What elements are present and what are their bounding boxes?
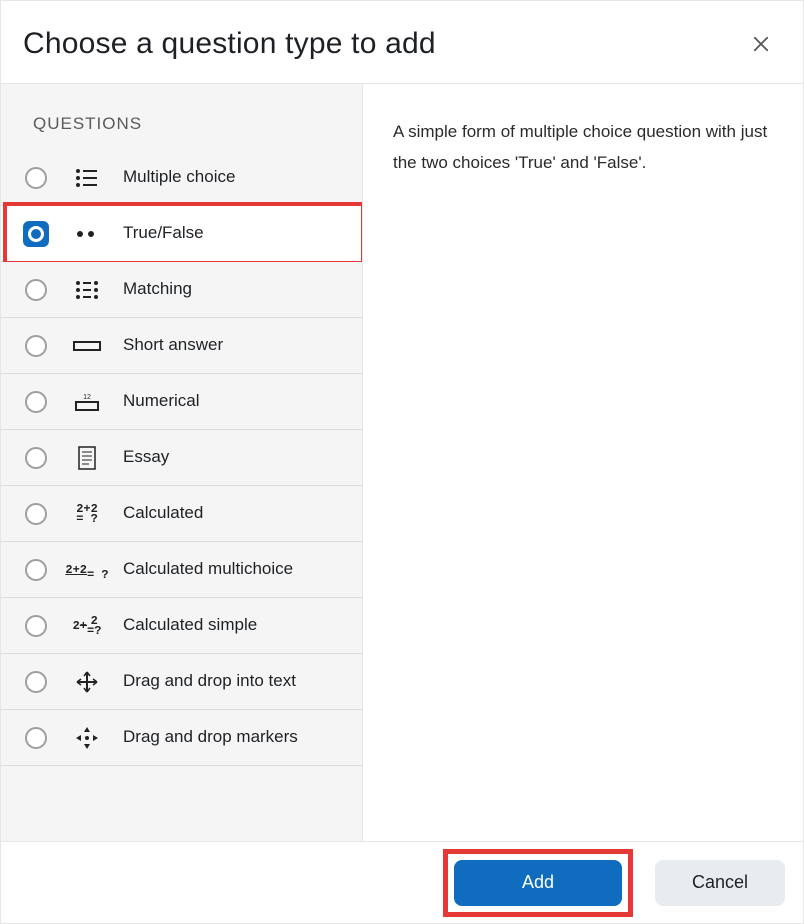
calculated-multichoice-icon: 2+2= ? xyxy=(71,558,103,582)
calculated-simple-icon: 2+2=? xyxy=(71,614,103,638)
description-panel: A simple form of multiple choice questio… xyxy=(362,84,803,841)
section-label: QUESTIONS xyxy=(1,106,362,150)
close-button[interactable] xyxy=(747,30,775,58)
cancel-button[interactable]: Cancel xyxy=(655,860,785,906)
question-type-label: Multiple choice xyxy=(123,166,235,189)
dnd-markers-icon xyxy=(71,726,103,750)
radio-unselected[interactable] xyxy=(25,727,47,749)
question-type-item-dnd-text[interactable]: Drag and drop into text xyxy=(1,654,362,710)
add-button[interactable]: Add xyxy=(454,860,622,906)
radio-unselected[interactable] xyxy=(25,335,47,357)
question-type-list[interactable]: QUESTIONS Multiple choice xyxy=(1,84,362,841)
question-type-label: Short answer xyxy=(123,334,223,357)
matching-icon xyxy=(71,278,103,302)
question-type-item-short-answer[interactable]: Short answer xyxy=(1,318,362,374)
question-type-label: Matching xyxy=(123,278,192,301)
radio-unselected[interactable] xyxy=(25,671,47,693)
question-type-item-numerical[interactable]: 12 Numerical xyxy=(1,374,362,430)
question-type-chooser-dialog: Choose a question type to add QUESTIONS … xyxy=(0,0,804,924)
description-text: A simple form of multiple choice questio… xyxy=(393,116,773,179)
question-type-item-essay[interactable]: Essay xyxy=(1,430,362,486)
question-type-item-matching[interactable]: Matching xyxy=(1,262,362,318)
close-icon xyxy=(753,35,769,53)
radio-unselected[interactable] xyxy=(25,503,47,525)
question-type-item-calculated-simple[interactable]: 2+2=? Calculated simple xyxy=(1,598,362,654)
short-answer-icon xyxy=(71,334,103,358)
question-type-item-multiple-choice[interactable]: Multiple choice xyxy=(1,150,362,206)
question-type-label: Calculated xyxy=(123,502,203,525)
question-type-item-dnd-markers[interactable]: Drag and drop markers xyxy=(1,710,362,766)
radio-unselected[interactable] xyxy=(25,279,47,301)
dialog-header: Choose a question type to add xyxy=(1,1,803,84)
radio-unselected[interactable] xyxy=(25,447,47,469)
multiple-choice-icon xyxy=(71,166,103,190)
question-type-label: Essay xyxy=(123,446,169,469)
dialog-title: Choose a question type to add xyxy=(23,27,436,61)
true-false-icon xyxy=(71,222,103,246)
annotation-highlight-icon: Add xyxy=(443,849,633,917)
question-type-label: Drag and drop into text xyxy=(123,670,296,693)
dnd-text-icon xyxy=(71,670,103,694)
radio-selected[interactable] xyxy=(23,221,49,247)
question-type-label: Numerical xyxy=(123,390,200,413)
question-type-label: True/False xyxy=(123,222,204,245)
question-type-item-calculated[interactable]: 2+2= ? Calculated xyxy=(1,486,362,542)
question-type-label: Drag and drop markers xyxy=(123,726,298,749)
question-type-label: Calculated multichoice xyxy=(123,558,293,581)
calculated-icon: 2+2= ? xyxy=(71,502,103,526)
radio-unselected[interactable] xyxy=(25,559,47,581)
radio-unselected[interactable] xyxy=(25,615,47,637)
dialog-footer: Add Cancel xyxy=(1,841,803,923)
radio-unselected[interactable] xyxy=(25,391,47,413)
radio-unselected[interactable] xyxy=(25,167,47,189)
dialog-body: QUESTIONS Multiple choice xyxy=(1,84,803,841)
question-type-item-calculated-multichoice[interactable]: 2+2= ? Calculated multichoice xyxy=(1,542,362,598)
numerical-icon: 12 xyxy=(71,390,103,414)
essay-icon xyxy=(71,446,103,470)
question-type-item-true-false[interactable]: True/False xyxy=(1,206,362,262)
svg-text:12: 12 xyxy=(83,394,91,401)
question-type-label: Calculated simple xyxy=(123,614,257,637)
